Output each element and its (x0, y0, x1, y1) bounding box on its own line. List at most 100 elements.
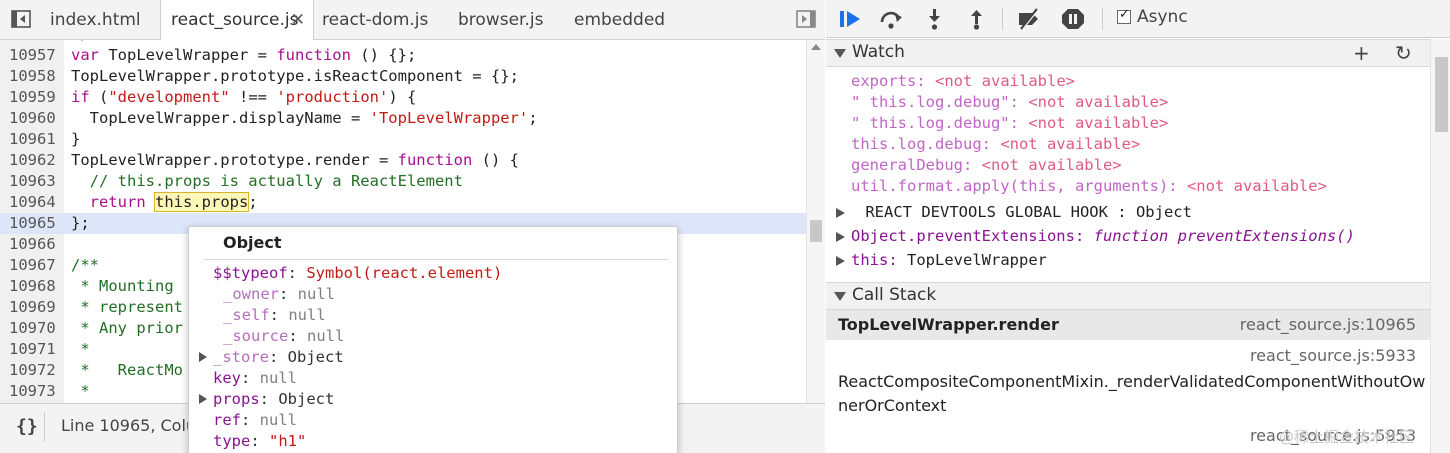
async-checkbox[interactable]: Async (1117, 7, 1188, 27)
line-number[interactable]: 10963 (0, 171, 64, 192)
code-line[interactable]: 10961} (0, 129, 806, 150)
code-line[interactable]: 10959 if ("development" !== 'production')… (0, 87, 806, 108)
watch-expression[interactable]: " this.log.debug": <not available> (851, 92, 1168, 113)
scroll-up-arrow-icon[interactable] (811, 44, 821, 50)
line-number[interactable]: 10973 (0, 381, 64, 402)
toggle-navigator-icon[interactable] (10, 8, 32, 30)
scope-variable-row[interactable]: Object.preventExtensions: function preve… (851, 226, 1355, 247)
watch-section-header[interactable]: Watch + ↻ (826, 39, 1430, 67)
deactivate-breakpoints-icon[interactable] (1016, 7, 1042, 31)
scope-variable-value: : Object (1117, 203, 1192, 221)
watch-expression[interactable]: " this.log.debug": <not available> (851, 113, 1168, 134)
line-number[interactable]: 10958 (0, 66, 64, 87)
add-watch-icon[interactable]: + (1353, 41, 1370, 65)
line-number[interactable]: 10957 (0, 45, 64, 66)
object-property-row[interactable]: _store: Object (199, 347, 344, 368)
tab-browser-js[interactable]: browser.js (448, 0, 558, 40)
line-number[interactable]: 10959 (0, 87, 64, 108)
scope-variable-name: Object.preventExtensions: (851, 227, 1094, 245)
divider (1002, 8, 1003, 30)
code-line[interactable]: 10964 return this.props; (0, 192, 806, 213)
property-key: _store (213, 348, 269, 366)
cursor-position: Line 10965, Colu (61, 416, 197, 435)
tab-react-dom-js[interactable]: react-dom.js (312, 0, 442, 40)
line-number[interactable]: 10966 (0, 234, 64, 255)
line-number[interactable]: 10960 (0, 108, 64, 129)
call-frame-location[interactable]: react_source.js:5933 (1250, 346, 1416, 365)
code-text: } (71, 130, 81, 148)
watch-list: exports: <not available> " this.log.debug… (826, 70, 1430, 282)
pretty-print-icon[interactable]: {} (16, 416, 38, 437)
pause-on-exceptions-icon[interactable] (1060, 7, 1086, 31)
step-over-icon[interactable] (878, 7, 904, 31)
code-text: }; (71, 214, 90, 232)
expand-triangle-icon[interactable] (836, 208, 845, 218)
step-out-icon[interactable] (964, 7, 990, 31)
property-separator: : (259, 390, 279, 408)
line-number[interactable]: 10962 (0, 150, 64, 171)
tab-label: embedded (574, 10, 666, 30)
property-key: ref (213, 411, 241, 429)
checkbox-checked-icon[interactable] (1117, 7, 1131, 24)
line-number[interactable]: 10964 (0, 192, 64, 213)
watch-expression[interactable]: util.format.apply(this, arguments): <not… (851, 176, 1327, 197)
tab-embedded[interactable]: embedded (564, 0, 674, 40)
property-separator: : (241, 369, 260, 387)
call-frame[interactable]: TopLevelWrapper.render react_source.js:1… (826, 310, 1430, 340)
tab-label: react_source.js (171, 10, 299, 30)
call-stack-section-header[interactable]: Call Stack (826, 282, 1430, 310)
watch-expression-name: " this.log.debug": (851, 93, 1029, 111)
property-value: Symbol(react.element) (306, 264, 503, 282)
async-label: Async (1137, 7, 1188, 27)
line-number[interactable]: 10969 (0, 297, 64, 318)
toggle-debugger-icon[interactable] (795, 8, 817, 30)
collapse-caret-icon[interactable] (834, 49, 846, 58)
line-number[interactable]: 10967 (0, 255, 64, 276)
watch-expression-name: this.log.debug: (851, 135, 1001, 153)
line-number[interactable]: 10961 (0, 129, 64, 150)
property-value: null (259, 369, 297, 387)
collapse-caret-icon[interactable] (834, 292, 846, 301)
property-separator: : (269, 306, 289, 324)
code-line[interactable]: 10957 var TopLevelWrapper = function () {… (0, 45, 806, 66)
code-line[interactable]: 10962 TopLevelWrapper.prototype.render = … (0, 150, 806, 171)
refresh-watch-icon[interactable]: ↻ (1395, 41, 1412, 65)
call-frame[interactable]: react_source.js:5933 ReactCompositeCompo… (826, 342, 1430, 415)
debugger-sidebar: Async Watch + ↻ exports: <not available>… (826, 0, 1450, 453)
property-separator: : (269, 348, 288, 366)
scope-variable-row[interactable]: this: TopLevelWrapper (851, 250, 1047, 271)
step-into-icon[interactable] (922, 7, 948, 31)
tab-index-html[interactable]: index.html (40, 0, 160, 40)
watch-expression[interactable]: generalDebug: <not available> (851, 155, 1122, 176)
expand-triangle-icon[interactable] (836, 232, 845, 242)
scope-variable-row[interactable]: REACT DEVTOOLS GLOBAL HOOK : Object (856, 202, 1192, 223)
watch-expression-name: util.format.apply(this, arguments): (851, 177, 1187, 195)
object-property-row[interactable]: props: Object (199, 389, 334, 410)
sidebar-scrollbar[interactable] (1430, 39, 1450, 453)
expand-triangle-icon[interactable] (199, 394, 207, 404)
code-line[interactable]: 10960 TopLevelWrapper.displayName = 'Top… (0, 108, 806, 129)
call-frame-location[interactable]: react_source.js:10965 (1240, 315, 1416, 334)
property-key: type (213, 432, 251, 450)
scroll-thumb[interactable] (1435, 57, 1448, 132)
close-tab-icon[interactable]: ✕ (291, 0, 305, 40)
line-number[interactable]: 10968 (0, 276, 64, 297)
code-line[interactable]: 10958 TopLevelWrapper.prototype.isReactCo… (0, 66, 806, 87)
scroll-thumb[interactable] (810, 220, 822, 242)
line-number[interactable]: 10965 (0, 213, 64, 234)
property-separator: : (287, 264, 307, 282)
code-line[interactable]: 10963 // this.props is actually a ReactE… (0, 171, 806, 192)
line-number[interactable]: 10972 (0, 360, 64, 381)
call-stack-list: TopLevelWrapper.render react_source.js:1… (826, 310, 1430, 453)
expand-triangle-icon[interactable] (836, 256, 845, 266)
editor-scrollbar[interactable] (806, 40, 825, 403)
expand-triangle-icon[interactable] (199, 352, 207, 362)
tab-react-source-js[interactable]: react_source.js ✕ (160, 0, 314, 41)
line-number[interactable]: 10971 (0, 339, 64, 360)
watch-expression[interactable]: this.log.debug: <not available> (851, 134, 1140, 155)
line-number[interactable]: 10970 (0, 318, 64, 339)
tab-label: browser.js (458, 10, 544, 30)
resume-icon[interactable] (838, 7, 864, 31)
object-property-row: $$typeof: Symbol(react.element) (213, 263, 502, 284)
watch-expression[interactable]: exports: <not available> (851, 71, 1075, 92)
